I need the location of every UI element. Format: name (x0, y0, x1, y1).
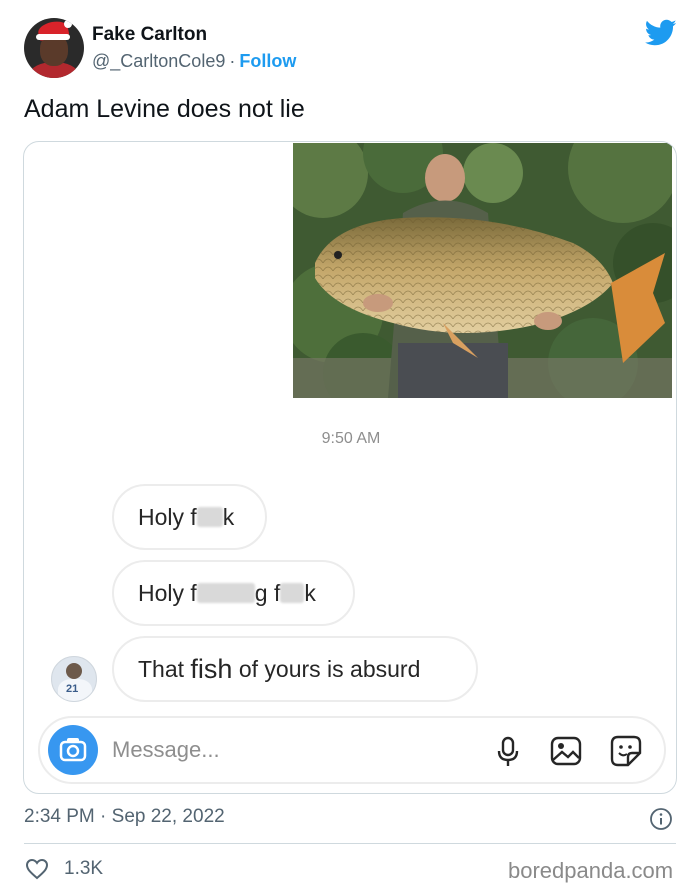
message-text: k (222, 503, 235, 530)
message-text: g f (254, 579, 281, 606)
author-handle[interactable]: @_CarltonCole9 (92, 51, 225, 71)
author-name[interactable]: Fake Carlton (92, 24, 207, 46)
author-avatar[interactable] (24, 18, 84, 78)
camera-icon (59, 738, 87, 762)
tweet-date: Sep 22, 2022 (111, 806, 225, 827)
message-input[interactable] (112, 734, 392, 766)
message-text: k (304, 579, 316, 606)
tweet-text: Adam Levine does not lie (24, 95, 305, 123)
footer-divider (24, 843, 676, 844)
tweet-time: 2:34 PM (24, 806, 95, 827)
sticker-icon[interactable] (608, 733, 644, 769)
message-bubble[interactable]: Holy f g f k (112, 560, 355, 626)
message-composer (38, 716, 666, 784)
censor-blur (280, 583, 305, 603)
message-text: That (138, 655, 191, 682)
message-bubble[interactable]: Holy f k (112, 484, 267, 550)
jersey-number: 21 (66, 683, 79, 695)
time-separator: · (100, 806, 107, 827)
dm-timestamp: 9:50 AM (321, 430, 381, 447)
message-text: Holy f (138, 503, 197, 530)
censor-blur (196, 583, 255, 603)
sender-avatar[interactable]: 21 (51, 656, 97, 702)
image-gallery-icon[interactable] (548, 733, 584, 769)
watermark: boredpanda.com (508, 858, 674, 883)
camera-button[interactable] (48, 725, 98, 775)
fish-photo (293, 143, 672, 398)
microphone-icon[interactable] (490, 733, 526, 769)
heart-icon[interactable] (25, 858, 49, 880)
info-icon[interactable] (649, 807, 673, 831)
twitter-bird-icon[interactable] (645, 19, 677, 47)
attached-screenshot[interactable]: 9:50 AM Holy f k Holy f g f k 21 That fish … (23, 141, 677, 794)
like-count[interactable]: 1.3K (64, 858, 103, 880)
follow-button[interactable]: Follow (239, 51, 296, 71)
message-bubble[interactable]: That fish of yours is absurd (112, 636, 478, 702)
handle-separator: · (229, 51, 236, 71)
tweet-card: Fake Carlton @_CarltonCole9 · Follow Adam … (0, 0, 700, 896)
tweet-timestamp[interactable]: 2:34 PM · Sep 22, 2022 (24, 806, 225, 828)
message-text: of yours is absurd (232, 655, 421, 682)
message-text: Holy f (138, 579, 197, 606)
message-emphasis: fish (190, 653, 233, 684)
author-handle-row: @_CarltonCole9 · Follow (92, 51, 296, 72)
censor-blur (196, 507, 223, 527)
